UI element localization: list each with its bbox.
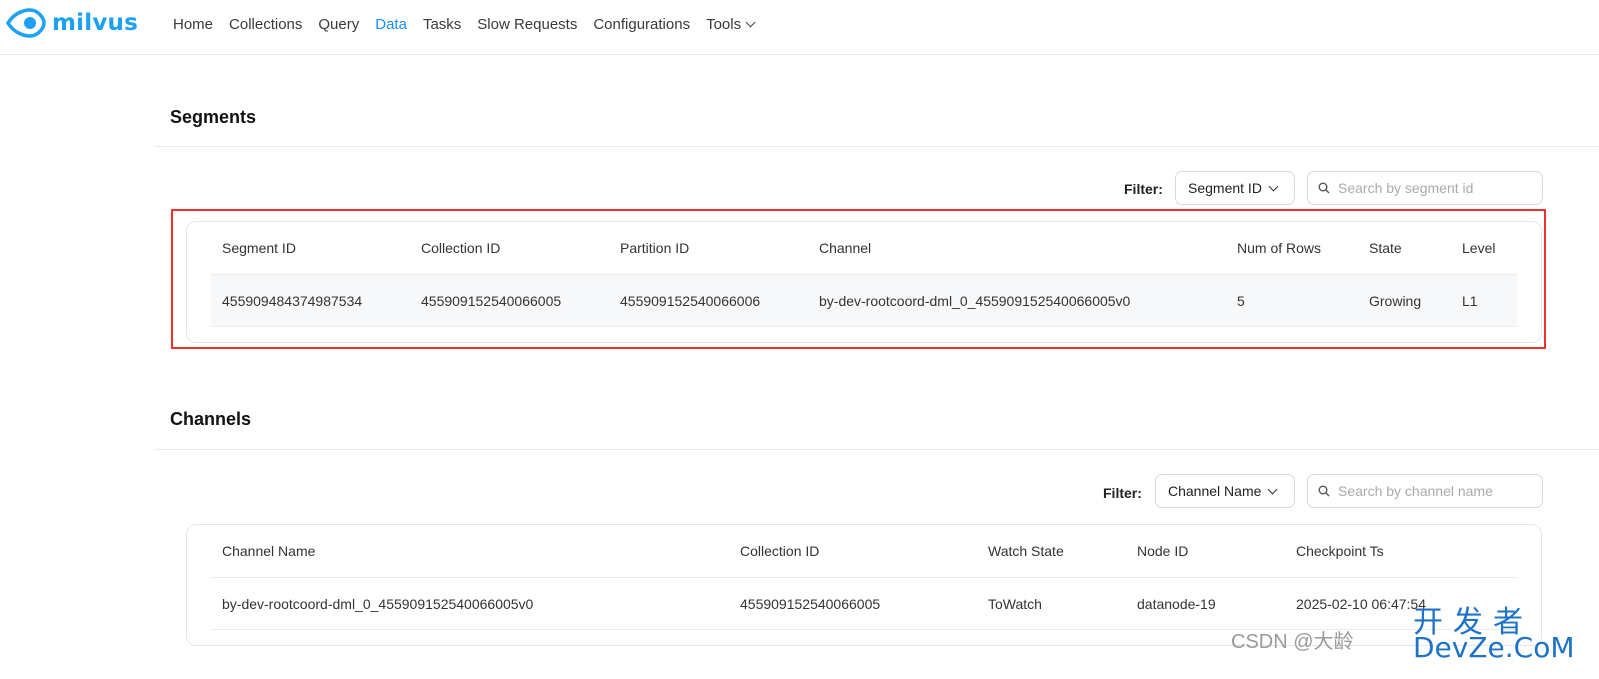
channels-divider — [154, 449, 1599, 450]
collection-id-cell: 455909152540066005 — [421, 292, 562, 309]
segments-table-header: Segment ID Collection ID Partition ID Ch… — [211, 222, 1517, 275]
channels-title: Channels — [170, 409, 252, 429]
top-navigation-bar: milvus Home Collections Query Data Tasks… — [0, 0, 1599, 55]
num-of-rows-cell: 5 — [1237, 292, 1245, 309]
state-cell: Growing — [1369, 292, 1422, 309]
nav-collections[interactable]: Collections — [229, 16, 302, 33]
milvus-logo[interactable]: milvus — [6, 8, 138, 38]
col-state[interactable]: State — [1369, 222, 1402, 274]
watch-state-cell: ToWatch — [988, 595, 1042, 612]
col-num-of-rows[interactable]: Num of Rows — [1237, 222, 1321, 274]
segments-title: Segments — [170, 107, 257, 127]
nav-tools-dropdown[interactable]: Tools — [706, 16, 756, 33]
col-level[interactable]: Level — [1462, 222, 1495, 274]
watermark-brand: DevZe.CoM — [1413, 631, 1575, 664]
nav-tools-label: Tools — [706, 16, 742, 33]
channels-table-header: Channel Name Collection ID Watch State N… — [211, 525, 1517, 578]
collection-id-cell: 455909152540066005 — [740, 595, 881, 612]
search-icon — [1318, 485, 1330, 497]
channel-cell: by-dev-rootcoord-dml_0_45590915254006600… — [819, 292, 1131, 309]
col-channel[interactable]: Channel — [819, 222, 871, 274]
search-icon — [1318, 182, 1330, 194]
channels-filter-select[interactable]: Channel Name — [1155, 474, 1295, 508]
eye-logo-icon — [6, 8, 46, 38]
col-watch-state[interactable]: Watch State — [988, 525, 1064, 577]
node-id-cell: datanode-19 — [1137, 595, 1216, 612]
channels-filter-label: Filter: — [1103, 485, 1142, 501]
nav-home[interactable]: Home — [173, 16, 213, 33]
channel-name-cell: by-dev-rootcoord-dml_0_45590915254006600… — [222, 595, 534, 612]
nav-slow-requests[interactable]: Slow Requests — [477, 16, 577, 33]
watermark-csdn: CSDN @大龄 — [1231, 631, 1354, 653]
segment-id-cell: 455909484374987534 — [222, 292, 363, 309]
chevron-down-icon — [745, 17, 756, 28]
col-partition-id[interactable]: Partition ID — [620, 222, 689, 274]
level-cell: L1 — [1462, 292, 1478, 309]
nav-query[interactable]: Query — [318, 16, 359, 33]
watermark: CSDN @大龄 开发者 DevZe.CoM — [1227, 597, 1599, 679]
logo-text: milvus — [52, 10, 138, 36]
col-channel-name[interactable]: Channel Name — [222, 525, 315, 577]
segments-filter-select[interactable]: Segment ID — [1175, 171, 1295, 205]
table-row[interactable]: 455909484374987534 455909152540066005 45… — [211, 275, 1517, 327]
segments-divider — [154, 146, 1599, 147]
channels-filter-select-value: Channel Name — [1168, 483, 1262, 499]
segments-search-input[interactable] — [1336, 179, 1520, 197]
nav-data[interactable]: Data — [375, 16, 407, 33]
col-checkpoint-ts[interactable]: Checkpoint Ts — [1296, 525, 1384, 577]
segments-search[interactable] — [1307, 171, 1543, 205]
col-collection-id[interactable]: Collection ID — [421, 222, 500, 274]
nav-configurations[interactable]: Configurations — [593, 16, 690, 33]
chevron-down-icon — [1267, 484, 1278, 494]
col-node-id[interactable]: Node ID — [1137, 525, 1188, 577]
chevron-down-icon — [1268, 181, 1279, 191]
segments-filter-select-value: Segment ID — [1188, 180, 1262, 196]
col-collection-id[interactable]: Collection ID — [740, 525, 819, 577]
main-nav: Home Collections Query Data Tasks Slow R… — [173, 16, 770, 33]
segments-filter-label: Filter: — [1124, 181, 1163, 197]
nav-tasks[interactable]: Tasks — [423, 16, 461, 33]
channels-search[interactable] — [1307, 474, 1543, 508]
col-segment-id[interactable]: Segment ID — [222, 222, 296, 274]
channels-search-input[interactable] — [1336, 482, 1520, 500]
segments-table: Segment ID Collection ID Partition ID Ch… — [186, 221, 1542, 343]
partition-id-cell: 455909152540066006 — [620, 292, 761, 309]
